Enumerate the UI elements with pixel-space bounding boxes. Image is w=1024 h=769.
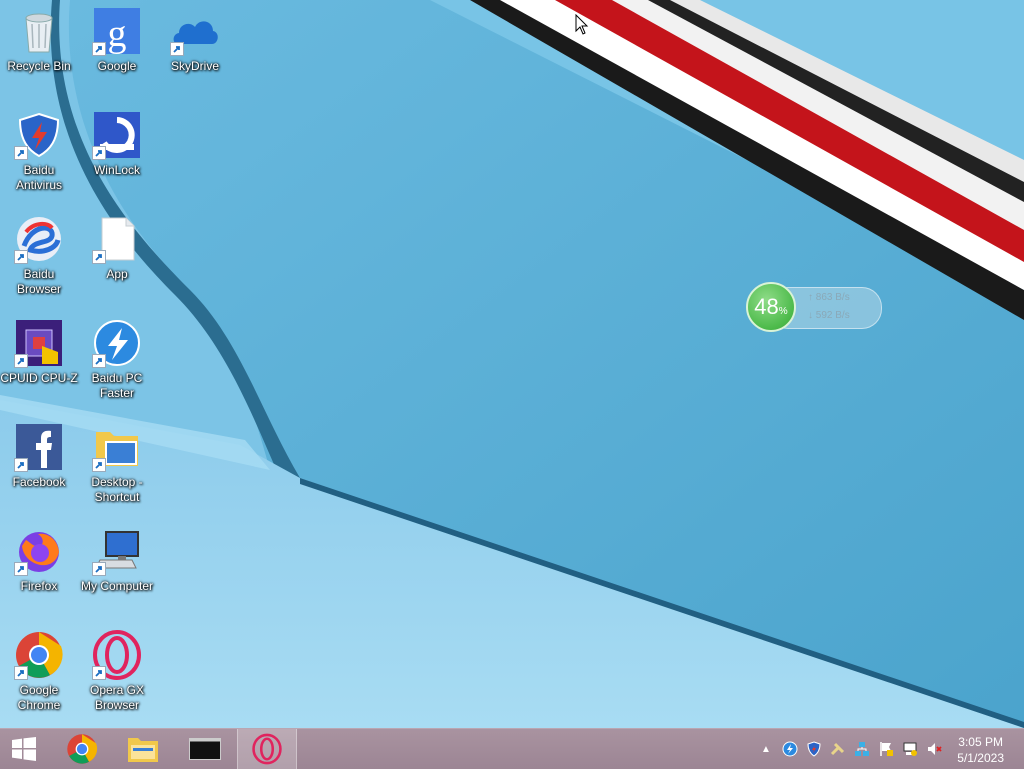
- firefox-icon: [14, 526, 64, 576]
- start-button[interactable]: [0, 729, 48, 769]
- taskbar-opera-button[interactable]: [237, 729, 297, 769]
- baidu-browser-icon: [14, 214, 64, 264]
- google-icon: g: [92, 6, 142, 56]
- desktop-icon-baidu-browser[interactable]: Baidu Browser: [0, 214, 78, 297]
- shortcut-arrow-icon: [14, 458, 28, 472]
- taskbar-command-prompt-button[interactable]: [175, 729, 235, 769]
- volume-muted-icon[interactable]: [925, 740, 943, 758]
- baidu-antivirus-icon: [14, 110, 64, 160]
- network-tray-icon[interactable]: [853, 740, 871, 758]
- shortcut-arrow-icon: [14, 666, 28, 680]
- download-rate: ↓ 592 B/s: [808, 310, 850, 321]
- down-arrow-icon: ↓: [808, 310, 813, 321]
- up-arrow-icon: ↑: [808, 292, 813, 303]
- desktop-icon-label: Desktop - Shortcut: [91, 475, 143, 504]
- shortcut-arrow-icon: [14, 250, 28, 264]
- desktop-icon-label: SkyDrive: [170, 59, 219, 73]
- desktop-icon-google[interactable]: g Google: [78, 6, 156, 74]
- clock-date: 5/1/2023: [957, 751, 1004, 765]
- desktop-icon-label: CPUID CPU-Z: [0, 371, 78, 385]
- baidu-pc-faster-icon: [92, 318, 142, 368]
- winlock-icon: [92, 110, 142, 160]
- svg-text:g: g: [108, 13, 127, 55]
- desktop-icon-desktop-shortcut[interactable]: Desktop - Shortcut: [78, 422, 156, 505]
- cpu-z-icon: [14, 318, 64, 368]
- clock-time: 3:05 PM: [958, 735, 1003, 749]
- desktop-icon-label: App: [106, 267, 128, 281]
- desktop-icon-opera-gx[interactable]: Opera GX Browser: [78, 630, 156, 713]
- taskbar: ▲ 3:05 PM 5/1/2023: [0, 728, 1024, 769]
- shortcut-arrow-icon: [14, 562, 28, 576]
- shortcut-arrow-icon: [170, 42, 184, 56]
- desktop-icon-my-computer[interactable]: My Computer: [78, 526, 156, 594]
- shortcut-arrow-icon: [92, 42, 106, 56]
- opera-icon: [252, 733, 282, 765]
- skydrive-icon: [170, 6, 220, 56]
- shortcut-arrow-icon: [14, 146, 28, 160]
- system-tray: ▲: [754, 729, 946, 769]
- desktop-icon-recycle-bin[interactable]: Recycle Bin: [0, 6, 78, 74]
- desktop-icon-skydrive[interactable]: SkyDrive: [156, 6, 234, 74]
- percent-sign: %: [778, 305, 788, 317]
- desktop-icon-label: Baidu PC Faster: [91, 371, 143, 400]
- shortcut-arrow-icon: [92, 146, 106, 160]
- show-hidden-icons-chevron-icon[interactable]: ▲: [757, 740, 775, 758]
- desktop-folder-icon: [92, 422, 142, 472]
- taskbar-clock[interactable]: 3:05 PM 5/1/2023: [957, 734, 1004, 766]
- desktop-icon-firefox[interactable]: Firefox: [0, 526, 78, 594]
- shortcut-arrow-icon: [92, 458, 106, 472]
- desktop-icon-label: Facebook: [12, 475, 66, 489]
- tools-tray-icon[interactable]: [829, 740, 847, 758]
- desktop-icon-label: Recycle Bin: [7, 59, 71, 73]
- taskbar-chrome-button[interactable]: [52, 729, 112, 769]
- mouse-cursor-icon: [575, 14, 589, 35]
- desktop-icon-baidu-pc-faster[interactable]: Baidu PC Faster: [78, 318, 156, 401]
- shortcut-arrow-icon: [92, 250, 106, 264]
- desktop-icon-label: Firefox: [20, 579, 58, 593]
- usage-percent: 48: [754, 294, 779, 319]
- chrome-icon: [67, 734, 98, 764]
- desktop-icon-facebook[interactable]: Facebook: [0, 422, 78, 490]
- computer-icon: [92, 526, 142, 576]
- download-rate-value: 592 B/s: [815, 310, 850, 321]
- desktop-icon-label: Google: [97, 59, 137, 73]
- desktop-icon-winlock[interactable]: WinLock: [78, 110, 156, 178]
- file-explorer-icon: [128, 738, 158, 762]
- desktop-icon-label: Opera GX Browser: [89, 683, 145, 712]
- facebook-icon: [14, 422, 64, 472]
- desktop-icon-cpu-z[interactable]: CPUID CPU-Z: [0, 318, 78, 386]
- action-center-flag-icon[interactable]: [877, 740, 895, 758]
- file-icon: [92, 214, 142, 264]
- usage-percent-badge[interactable]: 48%: [746, 282, 796, 332]
- wired-network-icon[interactable]: [901, 740, 919, 758]
- desktop-icon-label: Baidu Browser: [16, 267, 61, 296]
- recycle-bin-icon: [14, 6, 64, 56]
- shortcut-arrow-icon: [14, 354, 28, 368]
- desktop-icon-app[interactable]: App: [78, 214, 156, 282]
- upload-rate: ↑ 863 B/s: [808, 292, 850, 303]
- opera-icon: [92, 630, 142, 680]
- taskbar-file-explorer-button[interactable]: [113, 729, 173, 769]
- desktop-icon-label: Baidu Antivirus: [15, 163, 62, 192]
- shortcut-arrow-icon: [92, 562, 106, 576]
- desktop-icon-label: Google Chrome: [17, 683, 61, 712]
- command-prompt-icon: [189, 738, 221, 760]
- baidu-pc-faster-tray-icon[interactable]: [781, 740, 799, 758]
- network-speed-widget[interactable]: 48% ↑ 863 B/s ↓ 592 B/s: [746, 282, 886, 332]
- windows-logo-icon: [12, 737, 36, 761]
- chrome-icon: [14, 630, 64, 680]
- desktop-icon-google-chrome[interactable]: Google Chrome: [0, 630, 78, 713]
- desktop-icon-baidu-antivirus[interactable]: Baidu Antivirus: [0, 110, 78, 193]
- shortcut-arrow-icon: [92, 354, 106, 368]
- desktop-icon-label: My Computer: [80, 579, 154, 593]
- shortcut-arrow-icon: [92, 666, 106, 680]
- baidu-antivirus-tray-icon[interactable]: [805, 740, 823, 758]
- upload-rate-value: 863 B/s: [815, 292, 850, 303]
- desktop-icon-label: WinLock: [93, 163, 140, 177]
